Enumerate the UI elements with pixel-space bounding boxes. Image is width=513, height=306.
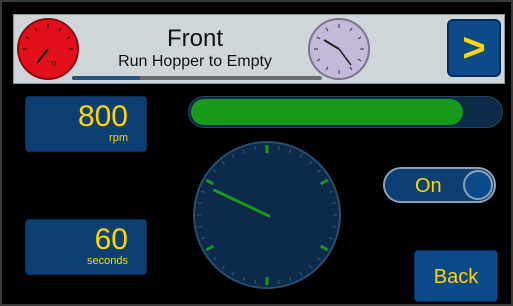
run-progress-bar bbox=[188, 96, 503, 128]
toggle-label: On bbox=[415, 175, 442, 197]
run-progress-fill bbox=[191, 99, 463, 125]
header-progress bbox=[72, 76, 322, 80]
rotation-dial bbox=[193, 141, 341, 289]
duration-unit: seconds bbox=[87, 255, 128, 267]
clock-gauge-icon bbox=[308, 18, 370, 80]
dial-minor-tick bbox=[197, 225, 203, 228]
dial-minor-tick bbox=[277, 279, 280, 285]
header-panel: 0 Front Run Hopper to Empty > bbox=[13, 14, 505, 84]
dial-minor-tick bbox=[331, 202, 337, 205]
next-button[interactable]: > bbox=[447, 19, 501, 77]
dial-minor-tick bbox=[254, 279, 257, 285]
toggle-knob bbox=[463, 170, 493, 200]
on-off-toggle[interactable]: On bbox=[383, 167, 496, 203]
dial-minor-tick bbox=[331, 225, 337, 228]
dial-minor-tick bbox=[277, 145, 280, 151]
left-gauge-label: 0 bbox=[52, 61, 56, 68]
left-gauge-icon: 0 bbox=[17, 18, 79, 80]
page-title: Front bbox=[166, 25, 223, 52]
duration-setting-button[interactable]: 60 seconds bbox=[25, 219, 147, 275]
speed-value: 800 bbox=[77, 100, 128, 133]
dial-minor-tick bbox=[254, 145, 257, 151]
back-button[interactable]: Back bbox=[414, 250, 498, 302]
page-subtitle: Run Hopper to Empty bbox=[118, 53, 272, 70]
speed-unit: rpm bbox=[109, 132, 128, 144]
header-progress-fill bbox=[72, 76, 140, 80]
duration-value: 60 bbox=[94, 223, 128, 256]
speed-setting-button[interactable]: 800 rpm bbox=[25, 96, 147, 152]
dial-minor-tick bbox=[197, 202, 203, 205]
app-window: 0 Front Run Hopper to Empty > 800 rpm 60… bbox=[0, 0, 513, 306]
